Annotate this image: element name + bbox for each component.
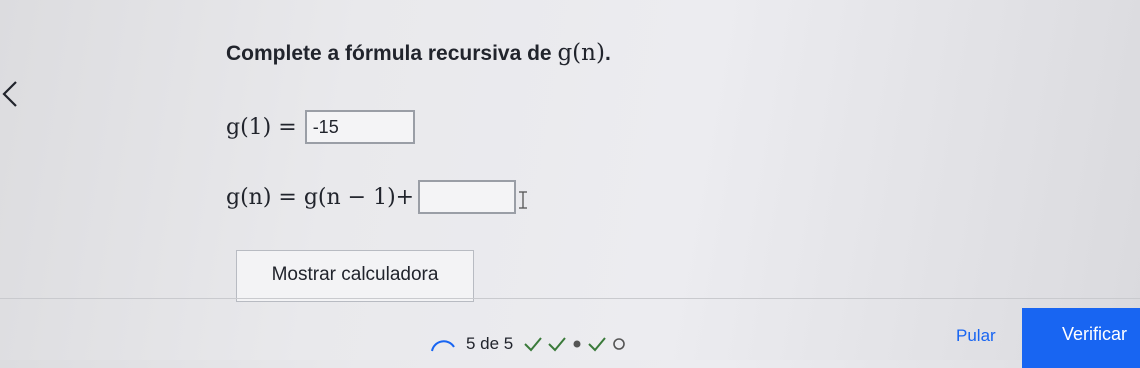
progress-indicator: 5 de 5 bbox=[430, 334, 627, 354]
initial-term-label: g(1) = bbox=[226, 114, 297, 140]
empty-circle-icon bbox=[613, 338, 626, 350]
check-icon bbox=[588, 337, 607, 352]
skip-button[interactable]: Pular bbox=[956, 326, 996, 346]
show-calculator-button[interactable]: Mostrar calculadora bbox=[236, 250, 474, 302]
footer-divider bbox=[0, 298, 1140, 299]
initial-term-row: g(1) = -15 bbox=[226, 110, 415, 144]
progress-dots bbox=[523, 336, 627, 352]
check-icon bbox=[548, 337, 567, 352]
question-text: Complete a fórmula recursiva de bbox=[226, 42, 558, 65]
recursive-term-row: g(n) = g(n − 1)+ bbox=[226, 180, 527, 214]
question-prompt: Complete a fórmula recursiva de g(n). bbox=[226, 40, 611, 66]
question-end: . bbox=[604, 42, 611, 65]
initial-term-input[interactable]: -15 bbox=[304, 110, 415, 144]
back-chevron-icon[interactable] bbox=[0, 78, 22, 110]
recursive-term-input[interactable] bbox=[418, 180, 517, 214]
filled-dot-icon bbox=[573, 340, 581, 348]
progress-arc-icon bbox=[431, 340, 455, 352]
text-cursor-icon bbox=[519, 191, 527, 209]
check-button[interactable]: Verificar bbox=[1022, 308, 1140, 368]
question-math: g(n) bbox=[557, 40, 605, 66]
recursive-term-label: g(n) = g(n − 1)+ bbox=[226, 184, 415, 210]
progress-text: 5 de 5 bbox=[466, 334, 514, 353]
check-icon bbox=[524, 337, 543, 352]
